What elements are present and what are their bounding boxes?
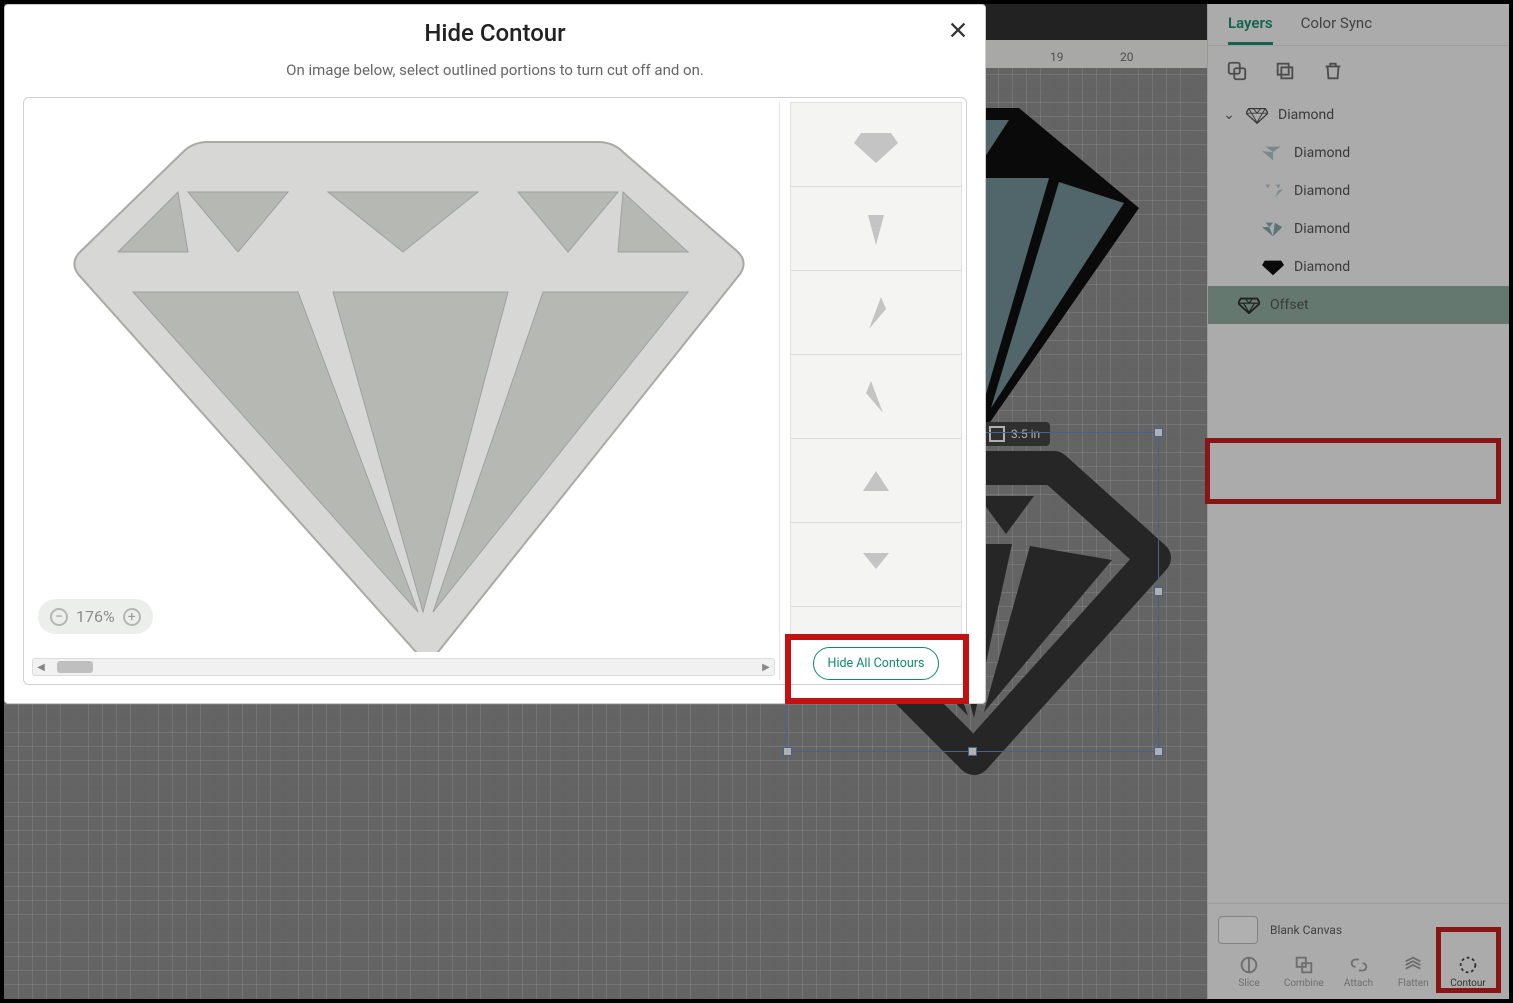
- scroll-thumb[interactable]: [57, 661, 93, 673]
- preview-h-scrollbar[interactable]: ◀ ▶: [32, 658, 775, 676]
- zoom-control: − 176% +: [38, 599, 153, 634]
- contour-item-2[interactable]: [791, 187, 961, 271]
- scroll-left-icon[interactable]: ◀: [33, 662, 49, 673]
- zoom-in-button[interactable]: +: [123, 608, 141, 626]
- zoom-value: 176%: [76, 607, 115, 626]
- close-button[interactable]: [947, 19, 969, 45]
- scroll-right-icon[interactable]: ▶: [758, 662, 774, 673]
- app-frame: 19 20 3.5 in: [0, 0, 1513, 1003]
- modal-body: − 176% + ◀ ▶ H: [23, 97, 967, 685]
- hide-all-contours-button[interactable]: Hide All Contours: [813, 647, 940, 680]
- contour-item-3[interactable]: [791, 271, 961, 355]
- modal-title: Hide Contour: [23, 19, 967, 47]
- close-icon: [947, 19, 969, 41]
- contour-item-6[interactable]: [791, 523, 961, 607]
- hide-contour-modal: Hide Contour On image below, select outl…: [4, 4, 986, 704]
- contour-list-panel: Hide All Contours: [790, 102, 962, 680]
- contour-item-5[interactable]: [791, 439, 961, 523]
- contour-item-4[interactable]: [791, 355, 961, 439]
- contour-preview[interactable]: − 176% + ◀ ▶: [28, 102, 780, 680]
- contour-list[interactable]: [790, 102, 962, 637]
- zoom-out-button[interactable]: −: [50, 608, 68, 626]
- preview-shape[interactable]: [38, 112, 758, 652]
- modal-subtitle: On image below, select outlined portions…: [23, 61, 967, 79]
- contour-item-1[interactable]: [791, 103, 961, 187]
